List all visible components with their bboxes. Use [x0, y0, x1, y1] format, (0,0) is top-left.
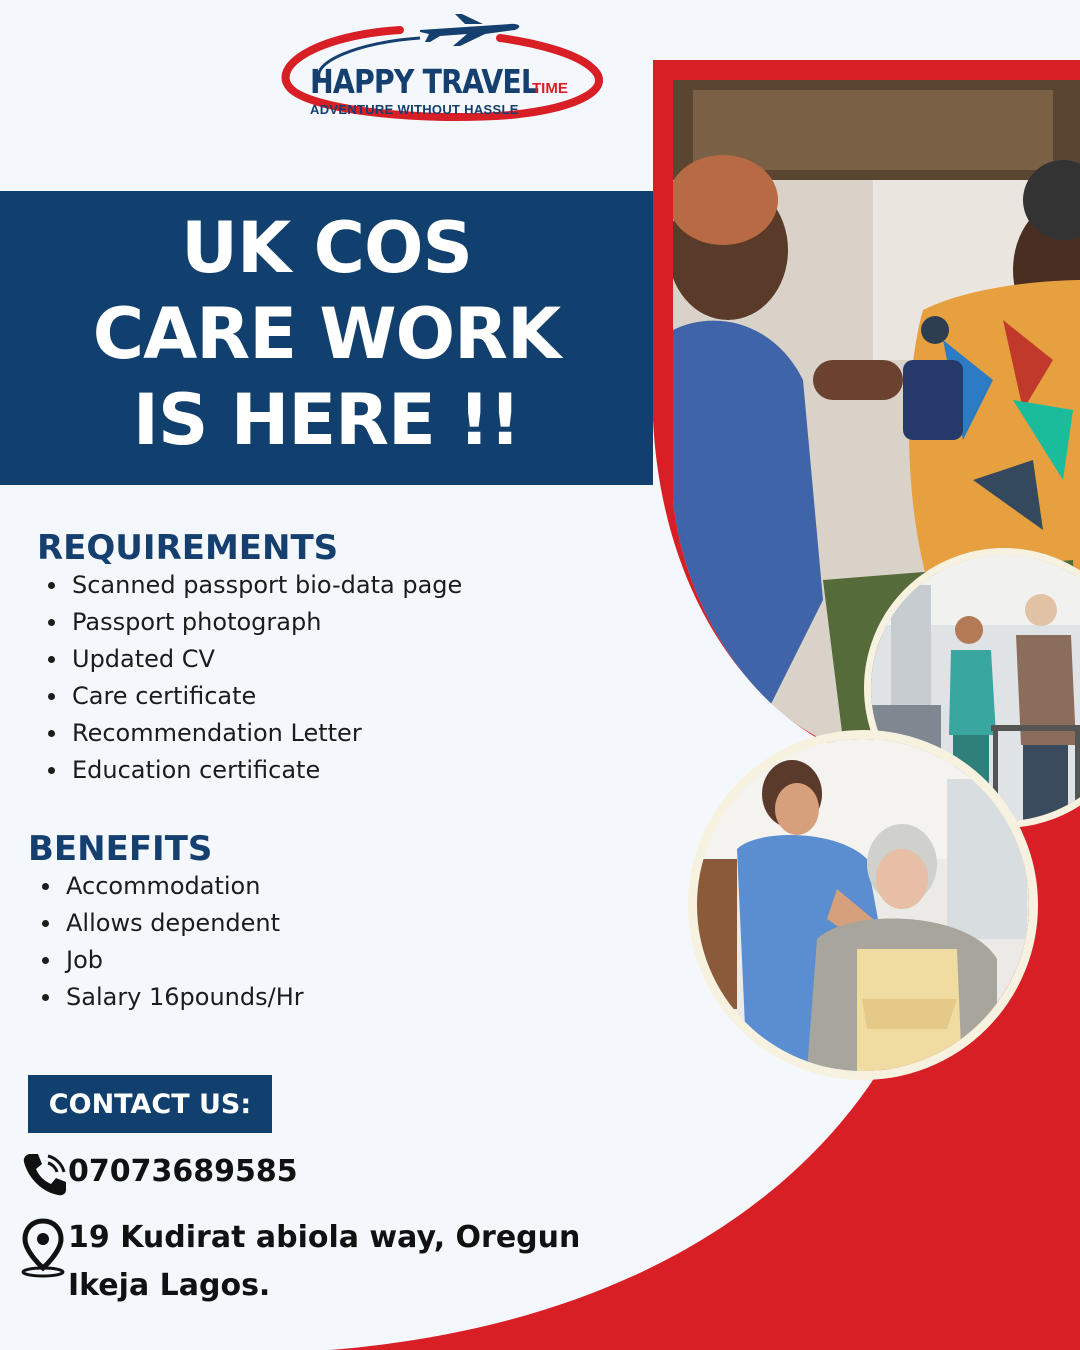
brand-suffix: TIME — [532, 80, 568, 97]
headline-line-2: CARE WORK — [92, 293, 562, 375]
phone-icon[interactable] — [20, 1150, 68, 1198]
list-item: Scanned passport bio-data page — [36, 567, 462, 604]
requirements-list: Scanned passport bio-data page Passport … — [36, 567, 462, 789]
brand-name: HAPPY TRAVEL — [310, 62, 539, 101]
brand-logo[interactable]: HAPPY TRAVEL TIME ADVENTURE WITHOUT HASS… — [280, 10, 610, 125]
contact-us-label: CONTACT US: — [28, 1075, 272, 1133]
list-item: Allows dependent — [30, 905, 304, 942]
list-item: Job — [30, 942, 304, 979]
headline-line-3: IS HERE !! — [132, 379, 521, 461]
location-pin-icon — [21, 1218, 65, 1278]
list-item: Accommodation — [30, 868, 304, 905]
list-item: Recommendation Letter — [36, 715, 462, 752]
headline-banner: UK COS CARE WORK IS HERE !! — [0, 191, 653, 485]
list-item: Care certificate — [36, 678, 462, 715]
headline-line-1: UK COS — [181, 207, 473, 289]
list-item: Passport photograph — [36, 604, 462, 641]
list-item: Updated CV — [36, 641, 462, 678]
benefits-list: Accommodation Allows dependent Job Salar… — [30, 868, 304, 1016]
address-line-1: 19 Kudirat abiola way, Oregun — [68, 1220, 581, 1255]
brand-tagline: ADVENTURE WITHOUT HASSLE — [310, 102, 519, 117]
list-item: Salary 16pounds/Hr — [30, 979, 304, 1016]
address-line-2: Ikeja Lagos. — [68, 1268, 271, 1303]
circle-photo-nurse-comforting-elderly-woman — [688, 730, 1038, 1080]
requirements-title: REQUIREMENTS — [37, 528, 339, 568]
list-item: Education certificate — [36, 752, 462, 789]
phone-number[interactable]: 07073689585 — [68, 1154, 298, 1189]
airplane-icon — [420, 14, 520, 46]
flyer: HAPPY TRAVEL TIME ADVENTURE WITHOUT HASS… — [0, 0, 1080, 1350]
benefits-title: BENEFITS — [28, 829, 213, 869]
